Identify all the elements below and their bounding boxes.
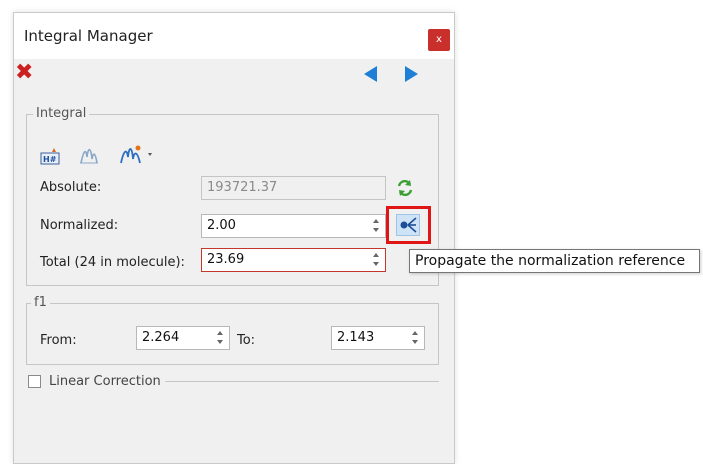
propagate-icon: [396, 214, 420, 236]
absolute-field: 193721.37: [201, 176, 386, 200]
from-spinner[interactable]: [217, 330, 225, 346]
total-value: 23.69: [207, 252, 245, 267]
to-spinner[interactable]: [412, 330, 420, 346]
refresh-icon[interactable]: [395, 178, 415, 198]
integral-dropdown-icon[interactable]: [118, 144, 158, 164]
to-value: 2.143: [337, 330, 375, 345]
integral-icon[interactable]: [78, 145, 100, 165]
normalized-input[interactable]: 2.00: [201, 214, 386, 238]
title-bar: Integral Manager x: [14, 13, 454, 59]
normalized-spinner[interactable]: [373, 218, 381, 234]
from-value: 2.264: [142, 330, 180, 345]
to-input[interactable]: 2.143: [331, 326, 425, 350]
h-label-icon[interactable]: H#: [40, 146, 62, 166]
integral-group-label: Integral: [33, 106, 90, 121]
delete-icon[interactable]: ✖: [15, 62, 33, 84]
normalized-label: Normalized:: [40, 218, 119, 233]
total-input[interactable]: 23.69: [201, 248, 386, 272]
total-label: Total (24 in molecule):: [40, 255, 185, 270]
f1-group-label: f1: [31, 295, 50, 310]
absolute-value: 193721.37: [207, 180, 278, 195]
linear-correction-checkbox[interactable]: [28, 375, 41, 388]
absolute-label: Absolute:: [40, 180, 102, 195]
arrow-left-icon[interactable]: [364, 66, 377, 82]
from-input[interactable]: 2.264: [136, 326, 230, 350]
arrow-right-icon[interactable]: [405, 66, 418, 82]
linear-correction-label: Linear Correction: [49, 374, 161, 389]
to-label: To:: [237, 333, 256, 348]
window-title: Integral Manager: [24, 27, 153, 45]
linear-correction-divider: [165, 381, 439, 382]
close-button[interactable]: x: [428, 29, 450, 51]
propagate-normalization-button[interactable]: [386, 206, 431, 244]
propagate-tooltip: Propagate the normalization reference: [409, 249, 700, 273]
svg-text:H#: H#: [43, 155, 57, 164]
total-spinner[interactable]: [373, 252, 381, 268]
from-label: From:: [40, 333, 77, 348]
normalized-value: 2.00: [207, 218, 236, 233]
